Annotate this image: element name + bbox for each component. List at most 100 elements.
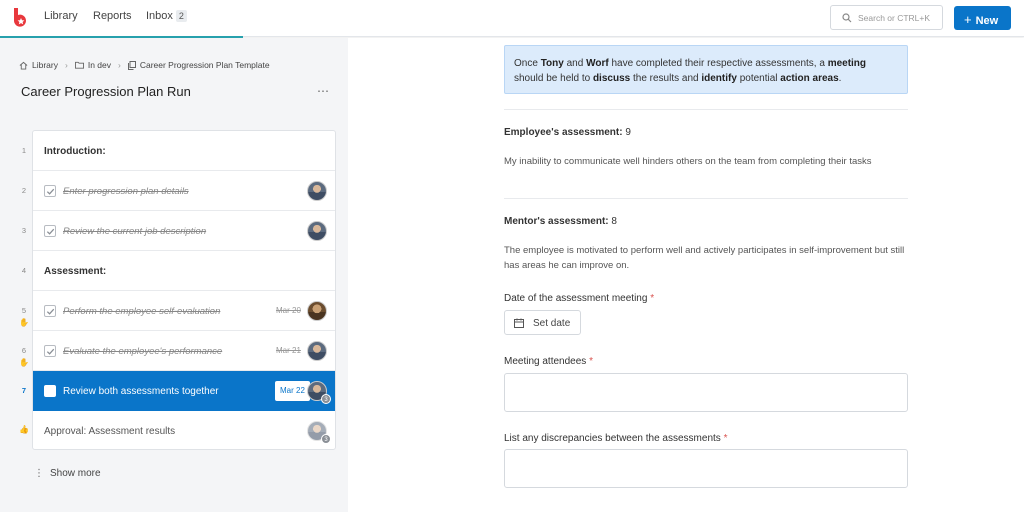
- template-icon: [127, 60, 136, 70]
- task-number: 4: [21, 266, 27, 275]
- search-input[interactable]: Search or CTRL+K: [830, 5, 943, 30]
- info-text: have completed their respective assessme…: [608, 58, 828, 69]
- due-date[interactable]: Mar 22: [275, 381, 310, 401]
- info-bold: identify: [701, 73, 737, 84]
- avatar: [307, 301, 327, 321]
- search-placeholder: Search or CTRL+K: [858, 13, 931, 23]
- due-date: Mar 20: [276, 306, 301, 315]
- required-marker: *: [589, 356, 593, 367]
- more-options-icon[interactable]: ⋯: [317, 84, 330, 98]
- mentor-assessment-label: Mentor's assessment: 8: [504, 216, 617, 227]
- info-bold: Worf: [586, 58, 609, 69]
- task-label: Review the current job description: [63, 226, 207, 237]
- breadcrumb-library[interactable]: Library: [32, 60, 58, 70]
- required-marker: *: [650, 293, 655, 304]
- breadcrumb-template[interactable]: Career Progression Plan Template: [140, 60, 270, 70]
- label-text: Meeting attendees: [504, 356, 587, 367]
- info-text: Once: [514, 58, 541, 69]
- top-bar: Library Reports Inbox 2 Search or CTRL+K …: [0, 0, 1024, 37]
- info-text: the results and: [630, 73, 702, 84]
- discrepancies-input[interactable]: [504, 449, 908, 488]
- assignee-count-badge: 3: [321, 434, 331, 444]
- page-title: Career Progression Plan Run: [21, 84, 191, 99]
- list-item[interactable]: 3 Review the current job description: [22, 211, 335, 251]
- new-button-label: New: [975, 15, 999, 27]
- logo-icon[interactable]: [12, 8, 28, 28]
- required-marker: *: [723, 433, 728, 444]
- meeting-date-label: Date of the assessment meeting *: [504, 293, 654, 304]
- check-icon: [46, 308, 55, 315]
- list-item[interactable]: 5 ✋ Perform the employee self-evaluation…: [19, 291, 335, 331]
- task-label: Review both assessments together: [63, 386, 219, 397]
- inbox-count-badge: 2: [175, 10, 187, 22]
- new-button[interactable]: + New: [954, 6, 1011, 30]
- list-item-active[interactable]: 7 Review both assessments together Mar 2…: [22, 371, 335, 411]
- breadcrumb: Library › In dev › Career Progression Pl…: [19, 60, 270, 70]
- attendees-label: Meeting attendees *: [504, 356, 593, 367]
- info-text: should be held to: [514, 73, 593, 84]
- list-item: 1 Introduction:: [22, 131, 335, 171]
- task-label: Enter progression plan details: [63, 186, 189, 197]
- score-value: 9: [622, 127, 631, 138]
- set-date-label: Set date: [533, 318, 571, 329]
- due-date: Mar 21: [276, 346, 301, 355]
- task-label: Perform the employee self-evaluation: [63, 306, 221, 317]
- label-text: Employee's assessment:: [504, 127, 623, 138]
- nav-reports[interactable]: Reports: [93, 10, 132, 22]
- info-text: and: [563, 58, 587, 69]
- vertical-dots-icon: ⋮: [34, 468, 44, 479]
- employee-assessment-label: Employee's assessment: 9: [504, 127, 631, 138]
- check-icon: [46, 188, 55, 195]
- attendees-input[interactable]: [504, 373, 908, 412]
- task-checkbox[interactable]: [44, 385, 56, 397]
- section-heading: Introduction:: [44, 146, 106, 157]
- info-text: potential: [736, 73, 781, 84]
- plus-icon: +: [964, 12, 972, 27]
- nav-inbox-label: Inbox: [146, 10, 173, 22]
- list-item: 4 Assessment:: [22, 251, 335, 291]
- task-number: 6: [21, 346, 27, 355]
- task-number: 5: [21, 306, 27, 315]
- task-label: Evaluate the employee's performance: [63, 346, 223, 357]
- info-text: .: [838, 73, 842, 84]
- section-heading: Assessment:: [44, 266, 107, 277]
- label-text: Mentor's assessment:: [504, 216, 609, 227]
- hand-icon: ✋: [19, 358, 29, 367]
- chevron-right-icon: ›: [64, 60, 68, 70]
- task-list: 1 Introduction: 2 Enter progression plan…: [19, 130, 336, 451]
- task-number: 3: [21, 226, 27, 235]
- assignee-count-badge: 3: [321, 394, 331, 404]
- sidebar: Library › In dev › Career Progression Pl…: [0, 38, 348, 512]
- hand-icon: ✋: [19, 318, 29, 327]
- info-bold: meeting: [827, 58, 867, 69]
- home-icon: [19, 61, 28, 70]
- task-label: Approval: Assessment results: [44, 426, 176, 437]
- breadcrumb-in-dev[interactable]: In dev: [88, 60, 111, 70]
- check-icon: [46, 348, 55, 355]
- info-bold: action areas: [780, 73, 839, 84]
- task-checkbox[interactable]: [44, 185, 56, 197]
- employee-assessment-text: My inability to communicate well hinders…: [504, 156, 872, 167]
- nav-inbox[interactable]: Inbox 2: [146, 10, 187, 22]
- list-item[interactable]: 2 Enter progression plan details: [22, 171, 335, 211]
- list-item[interactable]: 👍 Approval: Assessment results 3: [19, 411, 335, 451]
- avatar: [307, 221, 327, 241]
- set-date-button[interactable]: Set date: [504, 310, 581, 335]
- info-callout: Once Tony and Worf have completed their …: [504, 45, 908, 94]
- task-checkbox[interactable]: [44, 305, 56, 317]
- search-icon: [842, 13, 852, 23]
- avatar: [307, 341, 327, 361]
- thumbs-up-icon: 👍: [19, 425, 29, 434]
- task-number: 7: [21, 386, 27, 395]
- nav-library[interactable]: Library: [44, 10, 78, 22]
- list-item[interactable]: 6 ✋ Evaluate the employee's performance …: [19, 331, 335, 371]
- folder-icon: [74, 61, 84, 69]
- info-bold: discuss: [592, 73, 631, 84]
- divider: [504, 109, 908, 110]
- discrepancies-label: List any discrepancies between the asses…: [504, 433, 727, 444]
- task-checkbox[interactable]: [44, 225, 56, 237]
- show-more-label: Show more: [50, 468, 101, 479]
- task-checkbox[interactable]: [44, 345, 56, 357]
- divider: [504, 198, 908, 199]
- show-more-button[interactable]: ⋮ Show more: [34, 468, 101, 479]
